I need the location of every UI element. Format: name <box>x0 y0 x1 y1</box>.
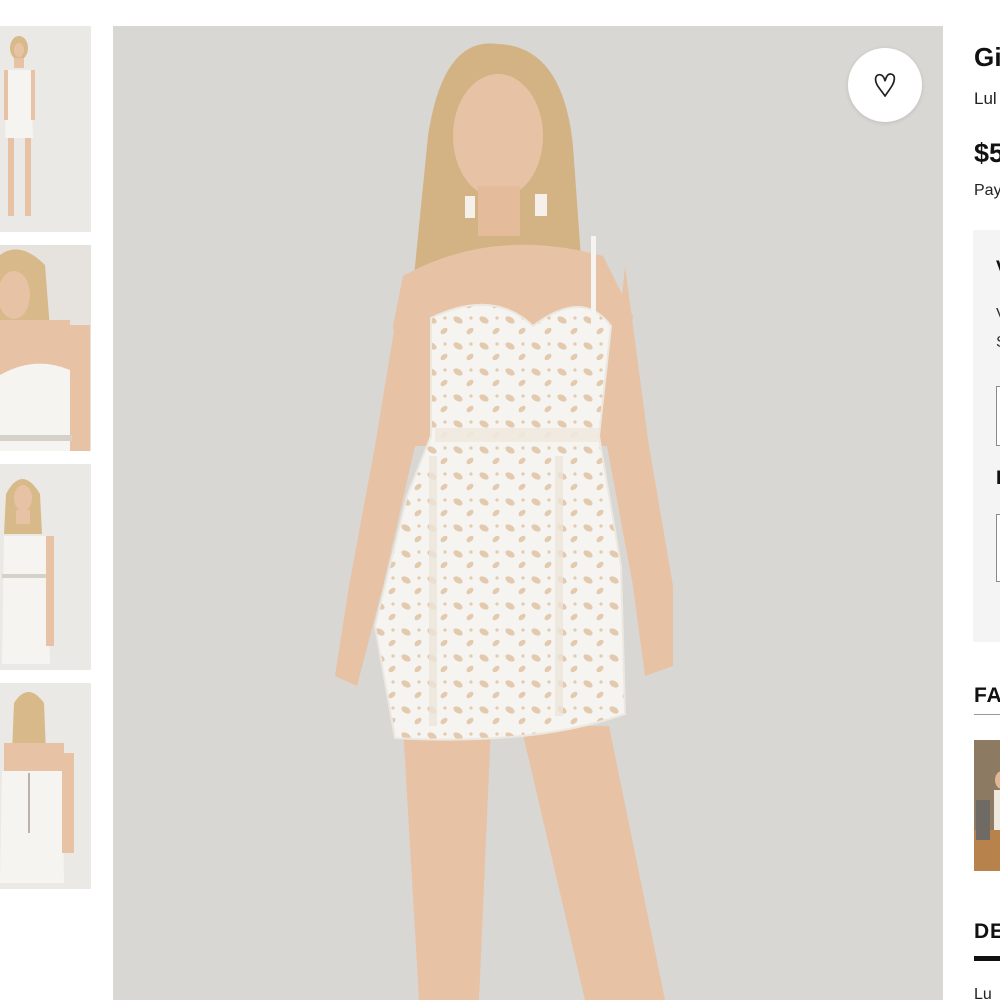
thumbnail-back-view[interactable] <box>0 683 91 889</box>
product-brand[interactable]: Lul <box>974 89 997 109</box>
description-heading[interactable]: DE <box>974 920 1000 944</box>
product-price: $5 <box>974 138 1000 168</box>
description-active-underline <box>974 956 1000 961</box>
option-select-field[interactable] <box>996 386 1000 446</box>
wishlist-button[interactable] <box>848 48 922 122</box>
options-text-line-2: S <box>996 334 1000 352</box>
thumbnail-back-image <box>0 683 91 889</box>
options-text-line-1: V <box>996 306 1000 324</box>
favorites-heading: FA <box>974 684 1000 707</box>
options-heading: V <box>996 258 1000 280</box>
options-subheading: I <box>996 468 1000 489</box>
options-panel: V V S I <box>973 230 1000 642</box>
thumbnail-detail-image <box>0 245 91 451</box>
main-product-image[interactable] <box>113 26 943 1000</box>
product-title: Gi <box>974 42 1000 72</box>
payment-note[interactable]: Pay <box>974 182 1000 200</box>
product-info-panel: Gi Lul $5 Pay V V S I FA DE Lu <box>943 26 1000 1000</box>
thumbnail-detail-view[interactable] <box>0 245 91 451</box>
description-text: Lu <box>974 986 992 1000</box>
thumbnail-full-view[interactable] <box>0 464 91 670</box>
favorites-divider <box>974 714 1000 715</box>
favorites-photo <box>974 740 1000 871</box>
thumbnail-front-view[interactable] <box>0 26 91 232</box>
heart-outline-icon <box>874 73 896 97</box>
thumbnail-full-image <box>0 464 91 670</box>
thumbnail-front-image <box>0 26 91 232</box>
favorites-thumbnail[interactable] <box>974 740 1000 871</box>
model-photo <box>113 26 943 1000</box>
option-input-field[interactable] <box>996 514 1000 582</box>
